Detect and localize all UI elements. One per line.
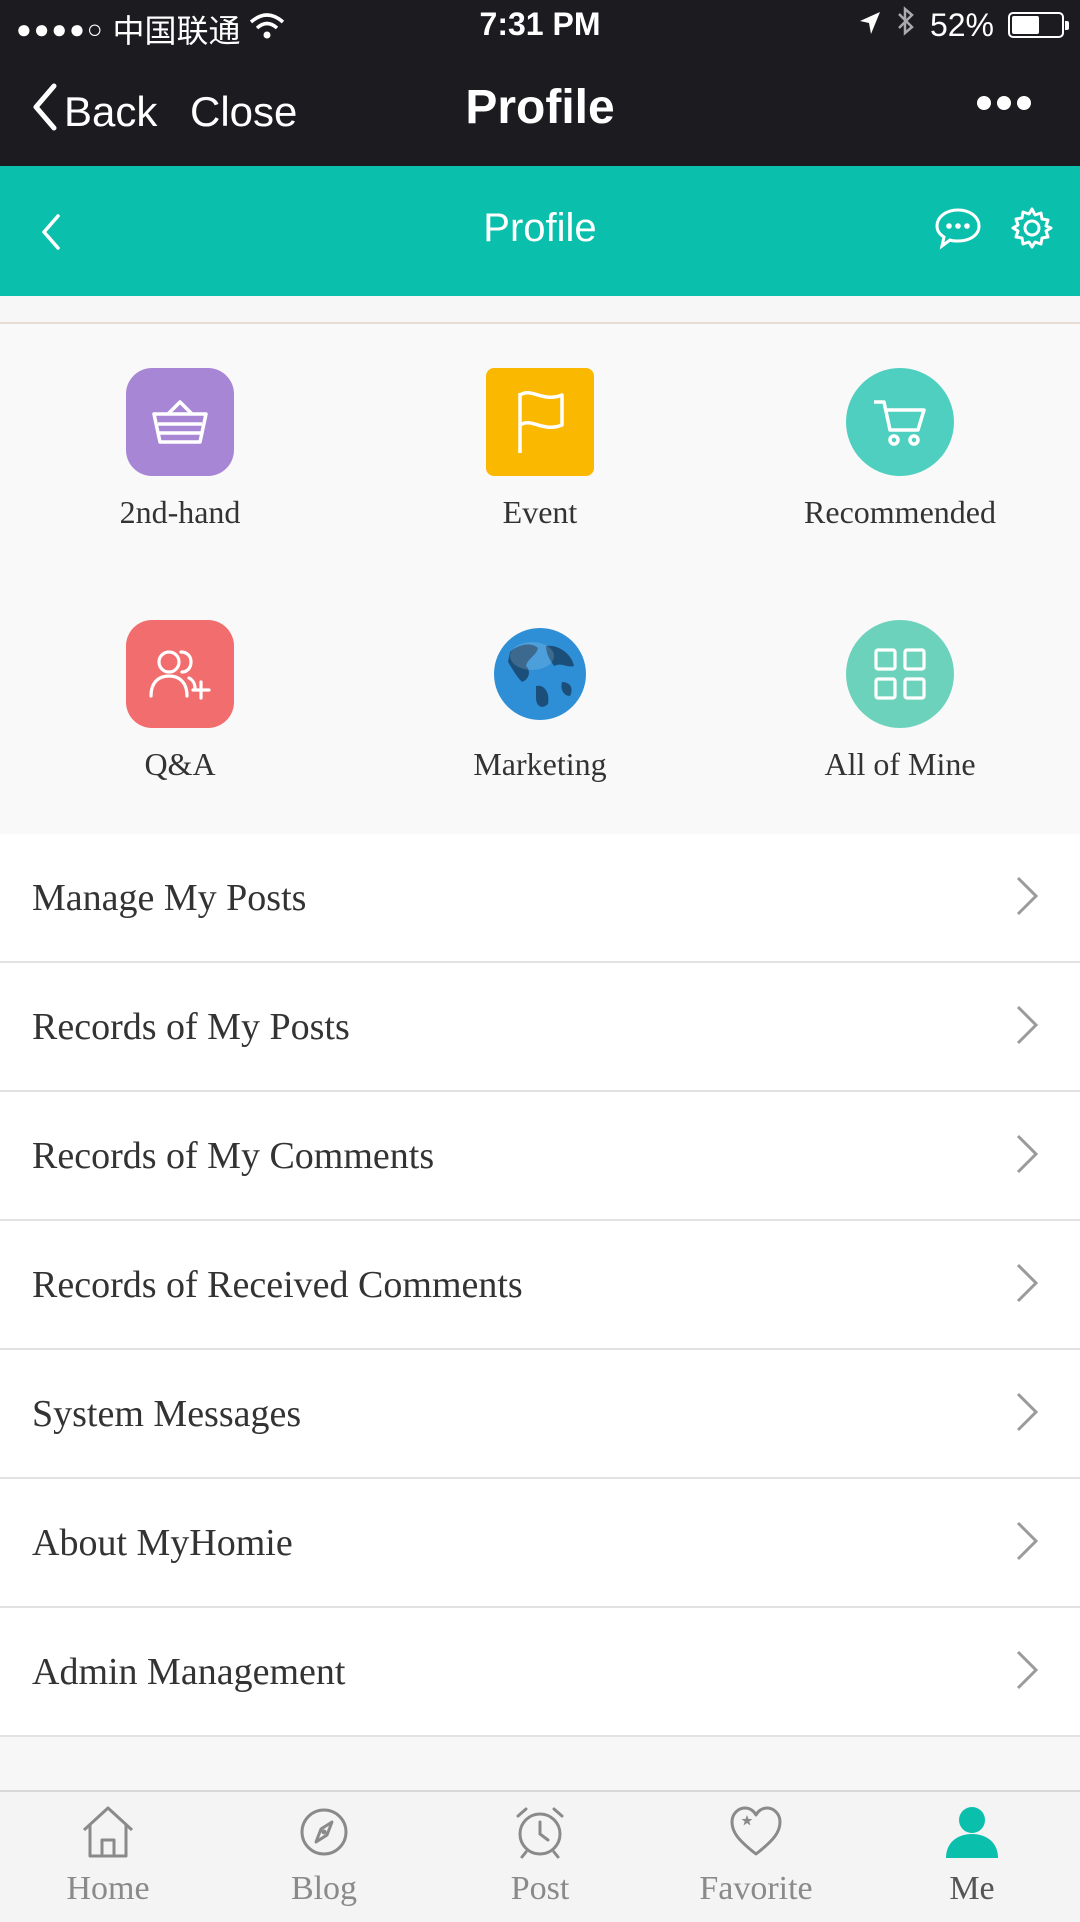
tab-label: Me [949, 1870, 995, 1907]
flag-icon [486, 368, 594, 476]
menu-item-records-of-received-comments[interactable]: Records of Received Comments [0, 1221, 1080, 1350]
app-header: Profile [0, 166, 1080, 296]
grid-item-all-of-mine[interactable]: All of Mine [750, 620, 1050, 783]
battery-icon [1008, 12, 1069, 38]
header-title: Profile [483, 206, 597, 250]
chevron-right-icon [1014, 1261, 1040, 1315]
menu-item-label: Records of My Posts [32, 1005, 350, 1048]
location-arrow-icon [858, 7, 882, 44]
tab-label: Post [510, 1870, 570, 1907]
tab-label: Blog [290, 1870, 358, 1907]
globe-icon [486, 620, 594, 728]
menu-item-about-myhomie[interactable]: About MyHomie [0, 1479, 1080, 1608]
basket-icon [126, 368, 234, 476]
profile-menu: Manage My Posts Records of My Posts Reco… [0, 834, 1080, 1737]
shortcut-grid: 2nd-hand Event Recommended Q&A Marketing… [0, 322, 1080, 836]
menu-item-label: Records of Received Comments [32, 1263, 523, 1306]
tab-home[interactable]: Home [0, 1804, 216, 1908]
battery-percent: 52% [929, 6, 994, 43]
status-right: 52% [858, 6, 1069, 44]
grid-label: Recommended [804, 494, 996, 530]
menu-item-records-of-my-comments[interactable]: Records of My Comments [0, 1092, 1080, 1221]
menu-item-system-messages[interactable]: System Messages [0, 1350, 1080, 1479]
tab-label: Home [66, 1870, 150, 1907]
chevron-right-icon [1014, 1648, 1040, 1702]
page-title: Profile [465, 81, 615, 134]
grid-label: All of Mine [824, 746, 976, 782]
bottom-tab-bar: Home Blog Post Favorite Me [0, 1790, 1080, 1922]
grid-item-2nd-hand[interactable]: 2nd-hand [30, 368, 330, 531]
grid-item-event[interactable]: Event [390, 368, 690, 531]
grid-label: Event [502, 494, 578, 530]
chevron-right-icon [1014, 1132, 1040, 1186]
menu-item-label: Records of My Comments [32, 1134, 435, 1177]
menu-item-records-of-my-posts[interactable]: Records of My Posts [0, 963, 1080, 1092]
grid-label: Q&A [144, 746, 216, 782]
chevron-right-icon [1014, 1003, 1040, 1057]
heart-icon [648, 1804, 864, 1864]
menu-item-label: About MyHomie [32, 1521, 293, 1564]
gear-icon[interactable] [1010, 206, 1054, 255]
chevron-right-icon [1014, 1519, 1040, 1573]
menu-item-label: System Messages [32, 1392, 302, 1435]
compass-icon [216, 1804, 432, 1864]
grid-icon [846, 620, 954, 728]
menu-item-admin-management[interactable]: Admin Management [0, 1608, 1080, 1737]
grid-label: Marketing [473, 746, 607, 782]
status-bar: ●●●●○ 中国联通 7:31 PM 52% [0, 0, 1080, 54]
person-icon [864, 1804, 1080, 1864]
menu-item-label: Manage My Posts [32, 876, 307, 919]
grid-label: 2nd-hand [119, 494, 241, 530]
chevron-right-icon [1014, 1390, 1040, 1444]
add-user-icon [126, 620, 234, 728]
bluetooth-icon [896, 6, 916, 44]
tab-favorite[interactable]: Favorite [648, 1804, 864, 1908]
tab-label: Favorite [699, 1870, 813, 1907]
more-options-icon[interactable] [976, 94, 1032, 117]
chat-bubble-icon[interactable] [934, 206, 982, 255]
cart-icon [846, 368, 954, 476]
grid-item-qa[interactable]: Q&A [30, 620, 330, 783]
wechat-nav-bar: Back Close Profile [0, 54, 1080, 166]
chevron-right-icon [1014, 874, 1040, 928]
home-icon [0, 1804, 216, 1864]
battery-fill [1012, 16, 1040, 34]
menu-item-manage-my-posts[interactable]: Manage My Posts [0, 834, 1080, 963]
tab-post[interactable]: Post [432, 1804, 648, 1908]
tab-blog[interactable]: Blog [216, 1804, 432, 1908]
grid-item-marketing[interactable]: Marketing [390, 620, 690, 783]
menu-item-label: Admin Management [32, 1650, 346, 1693]
alarm-clock-icon [432, 1804, 648, 1864]
grid-item-recommended[interactable]: Recommended [750, 368, 1050, 531]
tab-me[interactable]: Me [864, 1804, 1080, 1908]
